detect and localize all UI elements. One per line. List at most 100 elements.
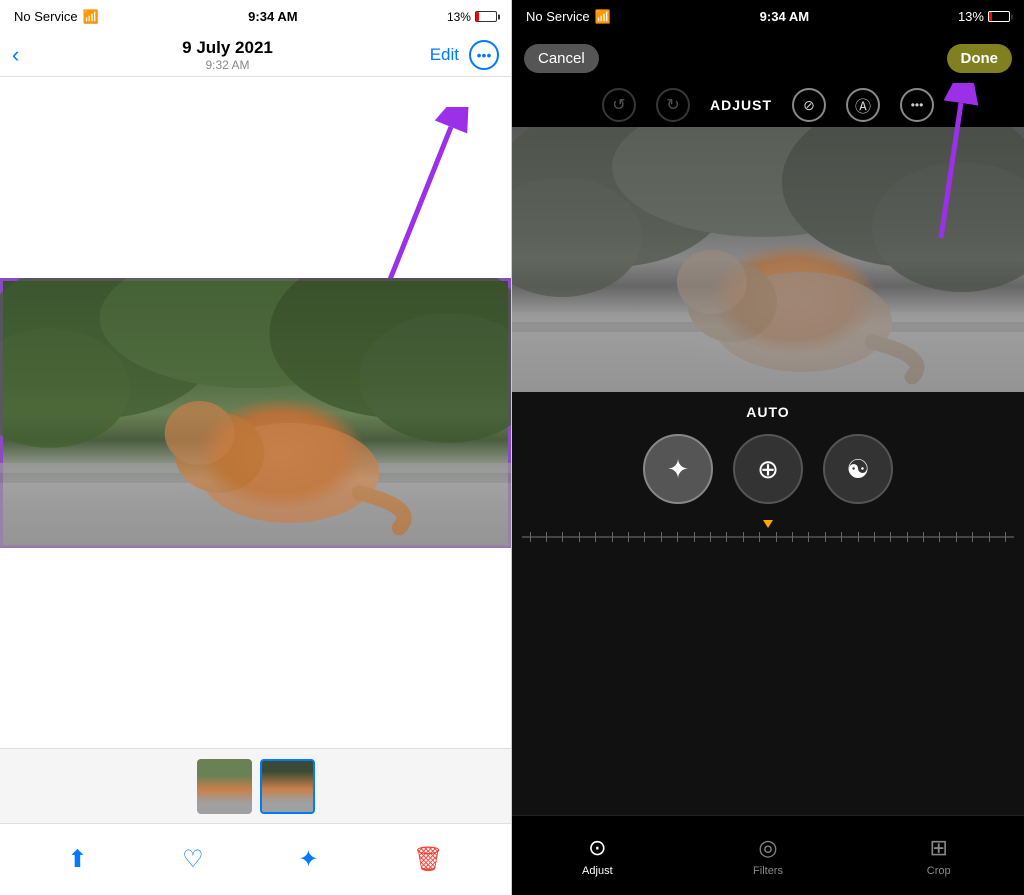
left-toolbar: ⬆ ♡ ✦ 🗑: [0, 823, 511, 895]
tick: [661, 532, 662, 542]
filters-tab-icon: ◎: [758, 835, 777, 861]
thumbnails-bar: [0, 748, 511, 823]
battery-icon: [475, 11, 497, 22]
tick: [579, 532, 580, 542]
auto-enhance-icon: Ⓐ: [855, 93, 871, 117]
more-options-icon: •••: [911, 98, 924, 112]
magic-button[interactable]: ✦: [298, 845, 318, 874]
more-icon: •••: [477, 47, 492, 63]
tick: [923, 532, 924, 542]
tick: [677, 532, 678, 542]
right-signal-area: No Service 📶: [526, 9, 611, 25]
right-tab-bar: ⊙ Adjust ◎ Filters ⊞ Crop: [512, 815, 1024, 895]
cat-photo-right: [512, 127, 1024, 392]
ruler-indicator: [763, 520, 773, 528]
tick: [956, 532, 957, 542]
slider-ruler[interactable]: [522, 522, 1014, 552]
left-nav-bar: ‹ 9 July 2021 9:32 AM Edit •••: [0, 33, 511, 77]
redo-button[interactable]: ↻: [656, 88, 690, 122]
tick: [546, 532, 547, 542]
tick: [530, 532, 531, 542]
thumbnail-1[interactable]: [197, 759, 252, 814]
signal-text: No Service: [14, 9, 78, 24]
tick: [759, 532, 760, 542]
tick: [595, 532, 596, 542]
right-battery-pct: 13%: [958, 9, 984, 24]
time-display: 9:34 AM: [248, 9, 297, 24]
tick: [858, 532, 859, 542]
more-options-button[interactable]: •••: [900, 88, 934, 122]
left-status-bar: No Service 📶 9:34 AM 13%: [0, 0, 511, 33]
thumbnail-2[interactable]: [260, 759, 315, 814]
tick: [792, 532, 793, 542]
visibility-icon: ⊘: [803, 97, 815, 114]
cancel-button[interactable]: Cancel: [524, 44, 599, 73]
tick: [825, 532, 826, 542]
right-time: 9:34 AM: [760, 9, 809, 24]
nav-subtitle: 9:32 AM: [25, 58, 429, 72]
magic-wand-icon: ✦: [667, 454, 689, 485]
yin-yang-button[interactable]: ☯: [823, 434, 893, 504]
more-button[interactable]: •••: [469, 40, 499, 70]
back-button[interactable]: ‹: [12, 42, 19, 68]
redo-icon: ↻: [666, 95, 679, 115]
right-wifi-icon: 📶: [595, 9, 611, 25]
done-button[interactable]: Done: [947, 44, 1013, 73]
undo-icon: ↺: [612, 95, 625, 115]
visibility-button[interactable]: ⊘: [792, 88, 826, 122]
tick: [989, 532, 990, 542]
tick: [776, 532, 777, 542]
tick: [808, 532, 809, 542]
battery-percent: 13%: [447, 10, 471, 24]
nav-title: 9 July 2021: [25, 38, 429, 58]
crop-tab-icon: ⊞: [929, 835, 947, 861]
tick: [612, 532, 613, 542]
tick: [694, 532, 695, 542]
nav-title-block: 9 July 2021 9:32 AM: [25, 38, 429, 72]
auto-label: AUTO: [746, 404, 789, 420]
tick: [890, 532, 891, 542]
right-battery: 13%: [958, 9, 1010, 24]
tick: [972, 532, 973, 542]
adjust-tab-label: Adjust: [582, 865, 613, 877]
auto-enhance-button[interactable]: Ⓐ: [846, 88, 880, 122]
tick: [644, 532, 645, 542]
cat-photo-left: [0, 278, 511, 548]
share-button[interactable]: ⬆: [67, 845, 87, 874]
left-white-area: [0, 77, 511, 278]
tab-filters[interactable]: ◎ Filters: [683, 835, 854, 877]
tab-crop[interactable]: ⊞ Crop: [853, 835, 1024, 877]
yin-yang-icon: ☯: [846, 454, 869, 485]
tick: [939, 532, 940, 542]
signal-area: No Service 📶: [14, 9, 99, 25]
exposure-icon: ⊕: [757, 454, 779, 485]
tick: [726, 532, 727, 542]
exposure-button[interactable]: ⊕: [733, 434, 803, 504]
tick: [710, 532, 711, 542]
tick: [628, 532, 629, 542]
undo-button[interactable]: ↺: [602, 88, 636, 122]
tick: [562, 532, 563, 542]
battery-area: 13%: [447, 10, 497, 24]
left-white-bottom: [0, 548, 511, 749]
ruler-ticks: [522, 536, 1014, 538]
wifi-icon: 📶: [83, 9, 99, 25]
edit-button[interactable]: Edit: [430, 45, 459, 65]
right-battery-fill: [989, 12, 992, 21]
right-signal-text: No Service: [526, 9, 590, 24]
right-panel: No Service 📶 9:34 AM 13% Cancel Done ↺ ↻…: [512, 0, 1024, 895]
control-buttons: ✦ ⊕ ☯: [643, 434, 893, 504]
favorite-button[interactable]: ♡: [182, 845, 204, 874]
tick: [907, 532, 908, 542]
magic-wand-button[interactable]: ✦: [643, 434, 713, 504]
adjust-label: ADJUST: [710, 97, 772, 113]
delete-button[interactable]: 🗑: [413, 845, 443, 874]
right-battery-icon: [988, 11, 1010, 22]
tab-adjust[interactable]: ⊙ Adjust: [512, 835, 683, 877]
nav-right: Edit •••: [430, 40, 499, 70]
tick: [1005, 532, 1006, 542]
filters-tab-label: Filters: [753, 865, 783, 877]
adjust-tab-icon: ⊙: [588, 835, 606, 861]
left-panel: No Service 📶 9:34 AM 13% ‹ 9 July 2021 9…: [0, 0, 512, 895]
right-nav-bar: Cancel Done: [512, 33, 1024, 83]
